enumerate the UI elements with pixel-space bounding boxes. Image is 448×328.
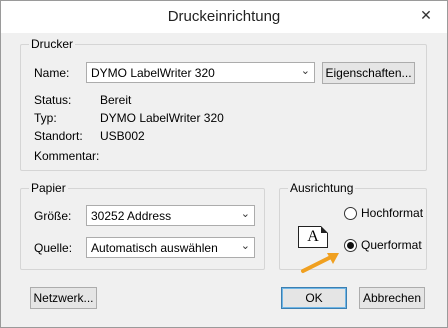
printer-group-legend: Drucker	[29, 37, 76, 51]
orientation-group-legend: Ausrichtung	[288, 181, 356, 195]
page-letter: A	[307, 228, 319, 245]
landscape-radio[interactable]	[344, 238, 357, 252]
printer-name-value: DYMO LabelWriter 320	[91, 66, 215, 80]
portrait-radio[interactable]	[344, 206, 357, 220]
dialog-title: Druckeinrichtung	[167, 8, 281, 25]
close-button[interactable]: ✕	[415, 5, 437, 25]
chevron-down-icon: ⌄	[240, 240, 250, 252]
paper-source-select[interactable]: Automatisch auswählen ⌄	[86, 237, 255, 258]
print-setup-dialog: Druckeinrichtung ✕ Drucker Name: DYMO La…	[0, 0, 448, 328]
landscape-radio-option[interactable]: Querformat	[344, 238, 422, 252]
portrait-label: Hochformat	[361, 206, 424, 220]
type-value: DYMO LabelWriter 320	[100, 111, 224, 125]
type-label: Typ:	[34, 111, 57, 125]
status-label: Status:	[34, 93, 72, 107]
location-value: USB002	[100, 129, 145, 143]
printer-name-select[interactable]: DYMO LabelWriter 320 ⌄	[86, 62, 315, 83]
properties-button[interactable]: Eigenschaften...	[322, 62, 415, 84]
chevron-down-icon: ⌄	[240, 208, 250, 220]
close-icon: ✕	[420, 6, 432, 23]
comment-label: Kommentar:	[34, 149, 100, 163]
landscape-page-icon: A	[298, 226, 328, 248]
landscape-label: Querformat	[361, 238, 422, 252]
printer-name-label: Name:	[34, 66, 70, 80]
chevron-down-icon: ⌄	[300, 65, 310, 77]
status-value: Bereit	[100, 93, 132, 107]
portrait-radio-option[interactable]: Hochformat	[344, 206, 423, 220]
paper-group-legend: Papier	[29, 181, 68, 195]
ok-button[interactable]: OK	[281, 287, 347, 309]
paper-source-value: Automatisch auswählen	[91, 241, 218, 255]
location-label: Standort:	[34, 129, 83, 143]
paper-size-label: Größe:	[34, 209, 72, 223]
pointer-arrow-icon	[301, 253, 339, 273]
network-button[interactable]: Netzwerk...	[30, 287, 97, 309]
cancel-button[interactable]: Abbrechen	[359, 287, 425, 309]
paper-source-label: Quelle:	[34, 241, 73, 255]
title-bar: Druckeinrichtung ✕	[1, 1, 447, 33]
paper-size-value: 30252 Address	[91, 209, 172, 223]
paper-size-select[interactable]: 30252 Address ⌄	[86, 205, 255, 226]
